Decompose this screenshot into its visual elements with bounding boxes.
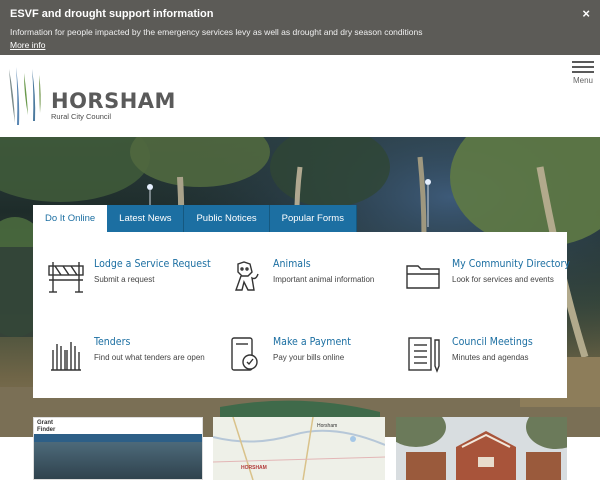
card-nav-bar	[34, 434, 202, 442]
my-community-directory-link[interactable]: My Community Directory Look for services…	[405, 258, 575, 318]
site-header: HORSHAM Rural City Council Menu	[0, 55, 600, 137]
item-desc: Look for services and events	[452, 275, 554, 284]
item-title: Council Meetings	[452, 336, 533, 348]
logo-subtitle: Rural City Council	[51, 112, 112, 121]
alert-more-info-link[interactable]: More info	[10, 40, 45, 50]
tab-public-notices[interactable]: Public Notices	[184, 205, 270, 232]
tab-popular-forms[interactable]: Popular Forms	[269, 205, 357, 232]
item-desc: Important animal information	[273, 275, 375, 284]
building-photo	[396, 417, 567, 480]
card-photo	[34, 442, 202, 479]
item-title: Lodge a Service Request	[94, 258, 211, 270]
item-title: Tenders	[94, 336, 131, 348]
item-title: Make a Payment	[273, 336, 351, 348]
menu-button[interactable]: Menu	[572, 61, 594, 85]
close-icon[interactable]: ×	[582, 6, 590, 21]
logo-name: HORSHAM	[51, 89, 176, 113]
do-it-online-panel: Lodge a Service Request Submit a request…	[33, 232, 570, 398]
animals-link[interactable]: Animals Important animal information	[226, 258, 396, 318]
logo-mark-icon	[9, 67, 41, 125]
map-label-horsham-region: HORSHAM	[241, 465, 267, 471]
item-title: My Community Directory	[452, 258, 570, 270]
tenders-link[interactable]: Tenders Find out what tenders are open	[47, 336, 217, 396]
payment-icon	[231, 337, 258, 371]
item-title: Animals	[273, 258, 311, 270]
alert-banner: ESVF and drought support information Inf…	[0, 0, 600, 55]
map-card[interactable]: Horsham HORSHAM	[213, 417, 385, 480]
map-image	[213, 417, 385, 480]
item-desc: Find out what tenders are open	[94, 353, 205, 362]
horsham-logo[interactable]: HORSHAM Rural City Council	[6, 65, 175, 127]
grant-finder-label: Grant Finder	[37, 420, 56, 433]
council-meetings-link[interactable]: Council Meetings Minutes and agendas	[405, 336, 575, 396]
barrier-icon	[48, 262, 84, 293]
tab-latest-news[interactable]: Latest News	[107, 205, 185, 232]
menu-label: Menu	[572, 76, 593, 85]
alert-text: Information for people impacted by the e…	[10, 27, 423, 37]
lodge-service-request-link[interactable]: Lodge a Service Request Submit a request	[47, 258, 217, 318]
hamburger-icon	[572, 61, 594, 73]
raised-hands-icon	[51, 342, 81, 371]
feature-cards: Grant Finder Horsham HORSHAM	[0, 417, 600, 480]
map-label-horsham: Horsham	[317, 423, 338, 429]
quick-links-tabs: Do It Online Latest News Public Notices …	[33, 205, 357, 232]
item-desc: Pay your bills online	[273, 353, 345, 362]
alert-title: ESVF and drought support information	[10, 8, 214, 20]
item-desc: Minutes and agendas	[452, 353, 529, 362]
item-desc: Submit a request	[94, 275, 155, 284]
folder-icon	[406, 265, 440, 289]
dog-icon	[235, 261, 259, 291]
minutes-icon	[408, 337, 440, 373]
building-card[interactable]	[396, 417, 567, 480]
tab-do-it-online[interactable]: Do It Online	[33, 205, 108, 232]
make-a-payment-link[interactable]: Make a Payment Pay your bills online	[226, 336, 396, 396]
grant-finder-card[interactable]: Grant Finder	[33, 417, 203, 480]
